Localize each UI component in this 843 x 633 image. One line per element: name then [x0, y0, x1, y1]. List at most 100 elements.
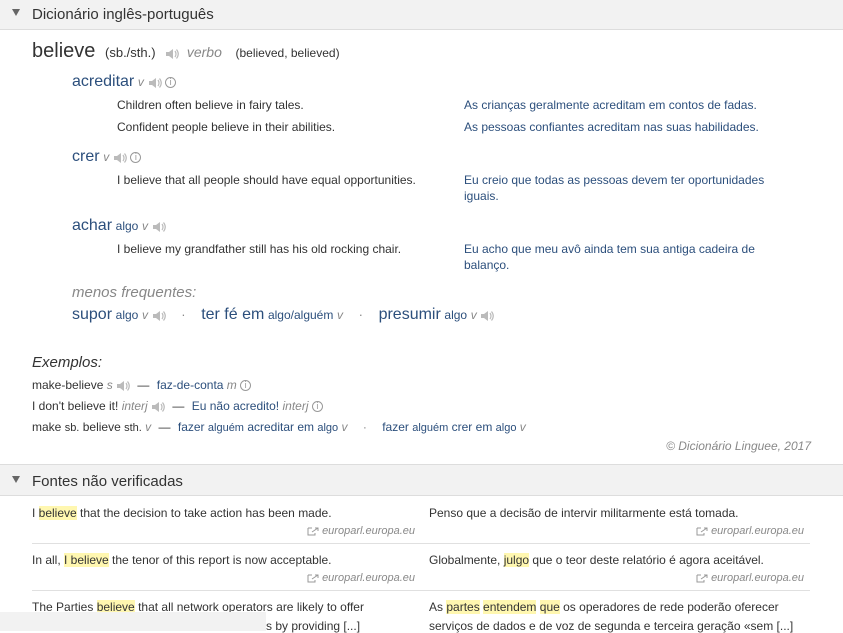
speaker-icon[interactable] — [113, 152, 127, 164]
speaker-icon[interactable] — [165, 48, 180, 60]
translation-pos: v — [470, 308, 477, 322]
example-pt-part[interactable]: acreditar em — [247, 420, 314, 434]
source-highlight: partes — [446, 600, 480, 614]
example-en-part[interactable]: believe — [83, 420, 121, 434]
source-domain[interactable]: europarl.europa.eu — [322, 572, 415, 584]
example-en: I believe my grandfather still has his o… — [117, 242, 402, 256]
translation-achar: achar algo v — [72, 217, 166, 235]
translation-word[interactable]: supor — [72, 306, 112, 323]
example-pt[interactable]: faz-de-conta — [157, 378, 224, 392]
source-text: I — [32, 506, 39, 520]
example-en[interactable]: I don't believe it! — [32, 399, 118, 413]
dictionary-section-title: Dicionário inglês-português — [32, 6, 214, 23]
translation-word[interactable]: crer — [72, 148, 100, 165]
source-highlight: que — [539, 600, 560, 614]
lemma-pos: verbo — [186, 44, 222, 60]
dash-separator: — — [137, 378, 150, 392]
speaker-icon[interactable] — [151, 401, 165, 413]
example-pt-pos: interj — [282, 399, 309, 413]
source-link[interactable]: europarl.europa.eu — [696, 572, 804, 584]
example-pt-part: algo — [317, 422, 339, 434]
dictionary-section-header[interactable]: Dicionário inglês-português — [0, 0, 843, 30]
translation-pos: v — [137, 75, 144, 89]
tooltip-overlay — [0, 612, 266, 631]
source-text: that the decision to take action has bee… — [76, 506, 332, 520]
example-pt-pos: m — [226, 378, 237, 392]
dash-separator: — — [158, 420, 171, 434]
example-en[interactable]: make-believe — [32, 378, 103, 392]
example-en: Children often believe in fairy tales. — [117, 98, 304, 112]
example-en-part: sth. — [124, 422, 142, 434]
collapse-triangle-icon[interactable] — [12, 476, 20, 483]
translation-pos: v — [141, 308, 148, 322]
source-domain[interactable]: europarl.europa.eu — [711, 572, 804, 584]
example-pt-part: alguém — [207, 422, 244, 434]
source-link[interactable]: europarl.europa.eu — [307, 525, 415, 537]
translation-word[interactable]: ter fé em — [201, 306, 264, 323]
speaker-icon[interactable] — [152, 221, 166, 233]
dash-separator: — — [172, 399, 185, 413]
source-en: In all, I believe the tenor of this repo… — [32, 553, 332, 567]
source-domain[interactable]: europarl.europa.eu — [322, 525, 415, 537]
source-text: os operadores de rede poderão oferecer — [559, 600, 779, 614]
info-icon[interactable]: i — [240, 380, 252, 392]
example-pt-part: alguém — [412, 422, 449, 434]
translation-acreditar: acreditar v i — [72, 73, 177, 91]
collapse-triangle-icon[interactable] — [12, 9, 20, 16]
example-en-part[interactable]: make — [32, 420, 61, 434]
source-text: the tenor of this report is now acceptab… — [108, 553, 332, 567]
source-text: As — [429, 600, 447, 614]
source-text: In all, — [32, 553, 65, 567]
less-frequent-list: supor algo v · ter fé em algo/alguém v ·… — [72, 306, 495, 324]
external-link-icon — [696, 574, 708, 583]
example-en-pos: s — [106, 378, 113, 392]
example-pt: As crianças geralmente acreditam em cont… — [464, 98, 757, 112]
dot-separator: · — [181, 307, 186, 322]
sources-section-title: Fontes não verificadas — [32, 473, 183, 490]
divider — [32, 543, 810, 544]
info-icon[interactable]: i — [311, 401, 323, 413]
info-icon[interactable]: i — [165, 77, 177, 89]
example-pt-pos: v — [519, 420, 526, 434]
example-pt-line2: iguais. — [464, 189, 499, 203]
translation-word[interactable]: achar — [72, 217, 112, 234]
source-highlight: believe — [38, 506, 77, 520]
source-domain[interactable]: europarl.europa.eu — [711, 525, 804, 537]
example-pt-line2: balanço. — [464, 258, 510, 272]
copyright: © Dicionário Linguee, 2017 — [666, 439, 811, 453]
lemma-word[interactable]: believe — [32, 40, 95, 62]
example-en: I believe that all people should have eq… — [117, 173, 416, 187]
less-frequent-label: menos frequentes: — [72, 284, 197, 301]
translation-object: algo/alguém — [267, 308, 334, 322]
translation-word[interactable]: presumir — [379, 306, 441, 323]
example-pt-part[interactable]: crer em — [452, 420, 493, 434]
source-link[interactable]: europarl.europa.eu — [307, 572, 415, 584]
example-en-pos: v — [145, 420, 152, 434]
divider — [32, 590, 810, 591]
translation-word[interactable]: acreditar — [72, 73, 134, 90]
example-pt-pos: v — [341, 420, 348, 434]
example-pt-part[interactable]: fazer — [382, 420, 409, 434]
external-link-icon — [307, 574, 319, 583]
source-en: I believe that the decision to take acti… — [32, 506, 332, 520]
translation-pos: v — [141, 219, 148, 233]
speaker-icon[interactable] — [148, 77, 162, 89]
source-highlight: I believe — [64, 553, 109, 567]
translation-crer: crer v i — [72, 148, 142, 166]
example-pt[interactable]: Eu não acredito! — [192, 399, 279, 413]
speaker-icon[interactable] — [116, 380, 130, 392]
example-pt-part[interactable]: fazer — [178, 420, 205, 434]
example-pt-line1: Eu creio que todas as pessoas devem ter … — [464, 173, 765, 187]
translation-object: algo — [115, 308, 139, 322]
source-link[interactable]: europarl.europa.eu — [696, 525, 804, 537]
lemma-grammar: (sb./sth.) — [105, 45, 156, 60]
speaker-icon[interactable] — [480, 310, 495, 322]
source-highlight: entendem — [483, 600, 537, 614]
sources-section-header[interactable]: Fontes não verificadas — [0, 464, 843, 496]
example-row: I don't believe it! interj — Eu não acre… — [32, 399, 323, 413]
source-text: que o teor deste relatório é agora aceit… — [529, 553, 764, 567]
speaker-icon[interactable] — [152, 310, 166, 322]
info-icon[interactable]: i — [130, 152, 142, 164]
example-pt: As pessoas confiantes acreditam nas suas… — [464, 120, 759, 134]
example-en-pos: interj — [121, 399, 148, 413]
